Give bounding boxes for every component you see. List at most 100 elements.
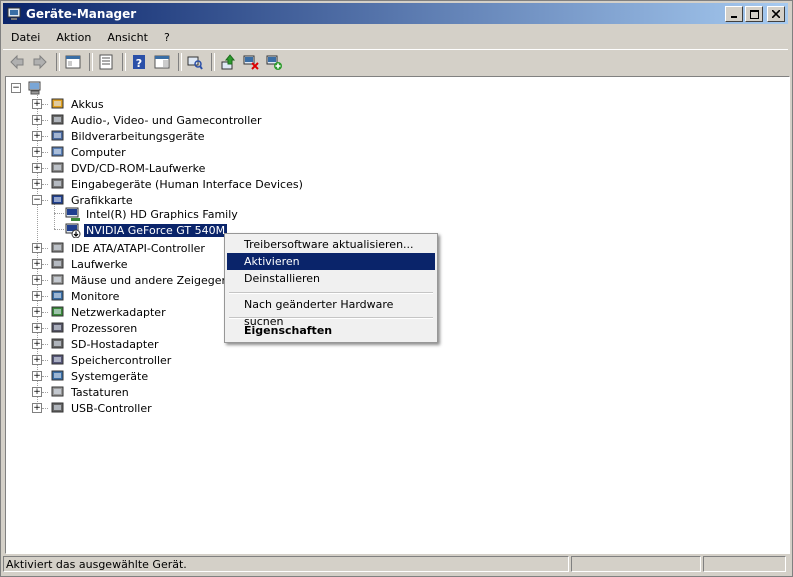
tree-connector [42,120,48,121]
expand-toggle[interactable]: + [32,307,42,317]
tree-item-label: Speichercontroller [71,353,172,367]
menu-aktion[interactable]: Aktion [48,31,99,44]
tree-connector [42,168,48,169]
tree-connector [42,296,48,297]
tree-category-tastaturen[interactable]: + Tastaturen [32,384,131,400]
tree-category-systemgeräte[interactable]: + Systemgeräte [32,368,150,384]
tree-category-speichercontroller[interactable]: + Speichercontroller [32,352,173,368]
title-bar[interactable]: Geräte-Manager [3,3,788,24]
menu-help[interactable]: ? [156,31,178,44]
expand-toggle[interactable]: + [32,115,42,125]
tree-connector [42,312,48,313]
expand-toggle[interactable]: + [32,323,42,333]
ide-controller-icon [51,242,64,253]
minimize-button[interactable] [725,6,743,22]
tree-category-audio-video-und-gamecontroller[interactable]: + Audio-, Video- und Gamecontroller [32,112,264,128]
properties-button[interactable] [96,52,116,72]
sd-host-icon [51,338,64,349]
scan-hardware-icon [187,56,203,70]
tree-connector [54,213,64,214]
tree-category-mäuse-und-andere-zeigegeräte[interactable]: + Mäuse und andere Zeigegeräte [32,272,246,288]
help-icon: ? [133,54,145,70]
tree-item-label: Prozessoren [71,321,138,335]
display-adapter-disabled-icon [65,223,81,238]
expand-toggle[interactable]: + [32,403,42,413]
expand-toggle[interactable]: + [32,243,42,253]
tree-category-bildverarbeitungsgeräte[interactable]: + Bildverarbeitungsgeräte [32,128,207,144]
help-button[interactable]: ? [129,52,149,72]
expand-toggle[interactable]: + [32,291,42,301]
tree-connector [42,184,48,185]
tree-category-sd-hostadapter[interactable]: + SD-Hostadapter [32,336,161,352]
tree-category-monitore[interactable]: + Monitore [32,288,121,304]
expand-toggle[interactable]: + [32,179,42,189]
close-button[interactable] [767,6,785,22]
tree-category-dvd-cd-rom-laufwerke[interactable]: + DVD/CD-ROM-Laufwerke [32,160,207,176]
status-panel-3 [703,556,786,572]
menu-datei[interactable]: Datei [3,31,48,44]
enable-device-button[interactable] [264,52,284,72]
tree-connector [42,136,48,137]
tree-category-prozessoren[interactable]: + Prozessoren [32,320,139,336]
expand-toggle[interactable]: + [32,131,42,141]
expand-toggle[interactable]: + [32,275,42,285]
back-button[interactable] [7,52,27,72]
tree-item-label: Computer [71,145,126,159]
tree-item-label: Mäuse und andere Zeigegeräte [71,273,244,287]
tree-root[interactable]: − [11,80,46,96]
action-pane-button[interactable] [152,52,172,72]
storage-controller-icon [51,354,64,365]
context-properties[interactable]: Eigenschaften [227,322,435,339]
tree-item-intel-hd-graphics[interactable]: Intel(R) HD Graphics Family [65,206,240,222]
uninstall-button[interactable] [241,52,261,72]
tree-item-label: Tastaturen [71,385,129,399]
context-enable[interactable]: Aktivieren [227,253,435,270]
expand-toggle[interactable]: + [32,99,42,109]
context-scan-hardware[interactable]: Nach geänderter Hardware suchen [227,296,435,328]
scan-hardware-button[interactable] [185,52,205,72]
expand-toggle[interactable]: + [32,371,42,381]
tree-connector [42,280,48,281]
expand-toggle[interactable]: + [32,259,42,269]
show-hide-console-tree-button[interactable] [63,52,83,72]
context-uninstall[interactable]: Deinstallieren [227,270,435,287]
window-title: Geräte-Manager [26,6,137,21]
battery-icon [51,98,64,109]
menu-bar: Datei Aktion Ansicht ? [3,27,788,47]
disk-drive-icon [51,258,64,269]
expand-toggle[interactable]: + [32,147,42,157]
usb-icon [51,402,64,413]
tree-category-ide-ata-atapi-controller[interactable]: + IDE ATA/ATAPI-Controller [32,240,207,256]
toolbar-separator [89,52,93,71]
context-update-driver[interactable]: Treibersoftware aktualisieren... [227,236,435,253]
tree-item-label: Akkus [71,97,104,111]
tree-category-netzwerkadapter[interactable]: + Netzwerkadapter [32,304,168,320]
menu-ansicht[interactable]: Ansicht [99,31,156,44]
tree-connector [42,152,48,153]
tree-connector [42,344,48,345]
enable-device-icon [266,55,282,70]
tree-category-akkus[interactable]: + Akkus [32,96,106,112]
tree-category-eingabegeräte-human-interface-devices[interactable]: + Eingabegeräte (Human Interface Devices) [32,176,305,192]
expand-toggle[interactable]: + [32,339,42,349]
tree-item-label: Bildverarbeitungsgeräte [71,129,205,143]
tree-connector [42,392,48,393]
maximize-button[interactable] [745,6,763,22]
forward-button[interactable] [30,52,50,72]
context-separator [229,317,433,319]
update-driver-button[interactable] [218,52,238,72]
collapse-toggle[interactable]: − [32,195,42,205]
tree-category-usb-controller[interactable]: + USB-Controller [32,400,154,416]
expand-toggle[interactable]: + [32,355,42,365]
action-pane-icon [154,55,170,68]
collapse-toggle[interactable]: − [11,83,21,93]
expand-toggle[interactable]: + [32,163,42,173]
tree-category-laufwerke[interactable]: + Laufwerke [32,256,130,272]
tree-category-computer[interactable]: + Computer [32,144,128,160]
tree-item-nvidia-geforce[interactable]: NVIDIA GeForce GT 540M [65,222,228,238]
toolbar-separator [56,52,60,71]
context-menu: Treibersoftware aktualisieren... Aktivie… [224,233,438,343]
status-bar: Aktiviert das ausgewählte Gerät. [3,556,790,574]
update-driver-icon [221,53,236,69]
expand-toggle[interactable]: + [32,387,42,397]
